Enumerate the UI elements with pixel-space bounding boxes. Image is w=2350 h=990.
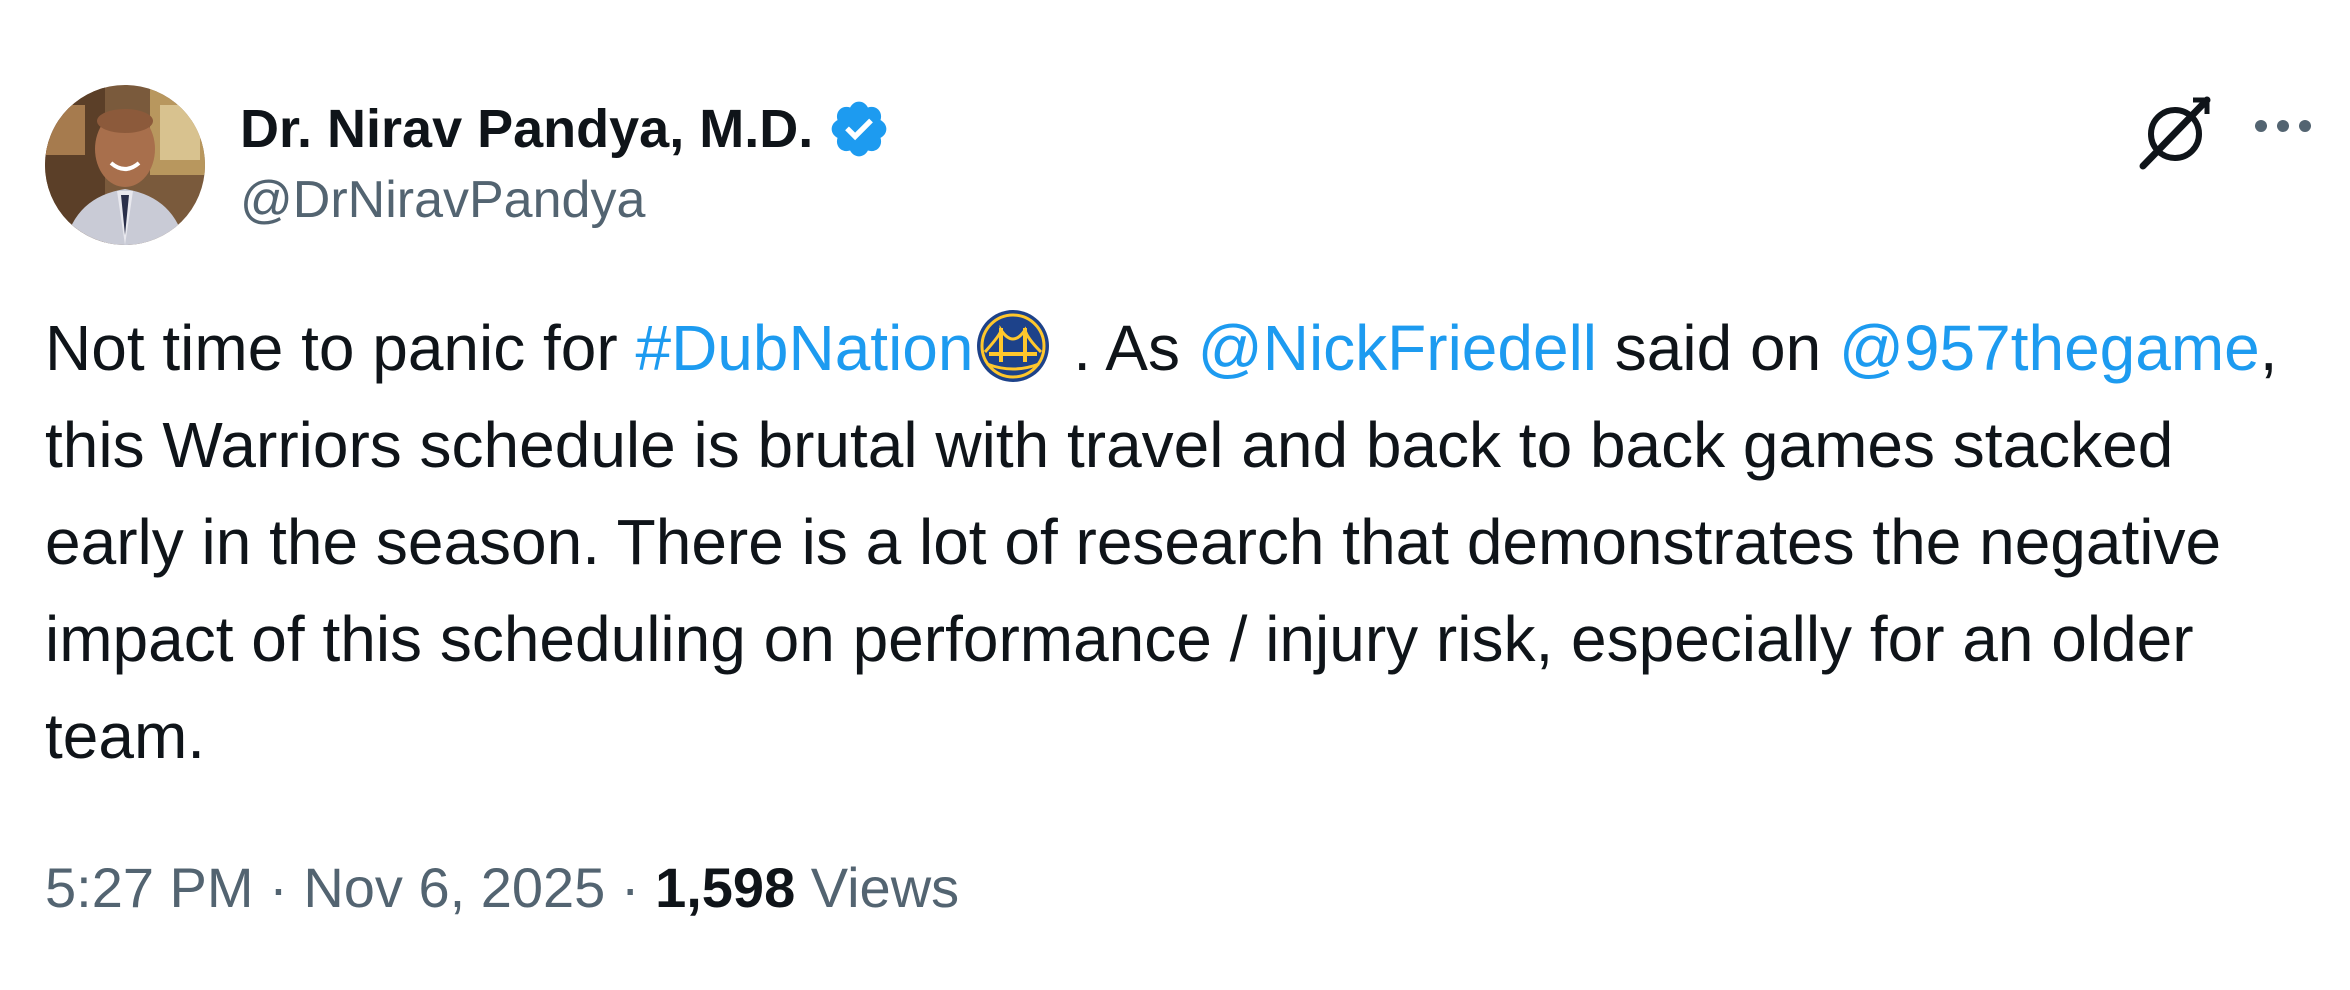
- hashtag-link[interactable]: #DubNation: [635, 312, 973, 384]
- meta-separator: ·: [253, 856, 304, 919]
- tweet-text-segment: . As: [1055, 312, 1198, 384]
- verified-badge-icon[interactable]: [827, 97, 891, 161]
- tweet-text: Not time to panic for #DubNation . As @N…: [45, 300, 2305, 785]
- tweet-date[interactable]: Nov 6, 2025: [303, 856, 605, 919]
- display-name-row: Dr. Nirav Pandya, M.D.: [240, 94, 891, 164]
- tweet-meta: 5:27 PM · Nov 6, 2025 · 1,598 Views: [45, 855, 959, 920]
- mention-link-957thegame[interactable]: @957thegame: [1839, 312, 2260, 384]
- grok-icon[interactable]: [2135, 92, 2215, 172]
- avatar[interactable]: [45, 85, 205, 245]
- avatar-photo: [45, 85, 205, 245]
- mention-link-nickfriedell[interactable]: @NickFriedell: [1198, 312, 1597, 384]
- meta-separator: ·: [605, 856, 656, 919]
- tweet-card: Dr. Nirav Pandya, M.D. @DrNiravPandya No…: [0, 0, 2350, 990]
- more-horizontal-icon[interactable]: [2250, 96, 2316, 156]
- warriors-logo-icon: [975, 308, 1051, 384]
- author-handle[interactable]: @DrNiravPandya: [240, 170, 891, 230]
- tweet-time[interactable]: 5:27 PM: [45, 856, 254, 919]
- views-count: 1,598: [655, 856, 796, 919]
- author-names: Dr. Nirav Pandya, M.D. @DrNiravPandya: [240, 94, 891, 230]
- tweet-text-segment: Not time to panic for: [45, 312, 636, 384]
- views-label: Views: [795, 856, 960, 919]
- display-name[interactable]: Dr. Nirav Pandya, M.D.: [240, 98, 813, 160]
- tweet-text-segment: said on: [1597, 312, 1839, 384]
